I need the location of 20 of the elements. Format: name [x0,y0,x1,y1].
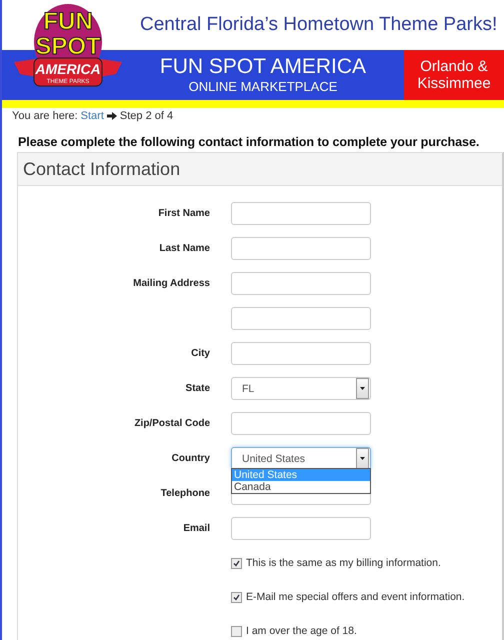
banner-subtitle: ONLINE MARKETPLACE [188,79,338,95]
field-label: State [184,383,210,394]
field-label: Telephone [160,488,210,499]
panel-title: Contact Information [18,153,502,186]
location-label: Orlando & Kissimmee [404,50,504,100]
field-label: Country [170,453,210,464]
tagline: Central Florida’s Hometown Theme Parks! [140,14,498,36]
breadcrumb-label: You are here: [12,110,78,122]
field-label: Last Name [158,243,210,254]
field-label: Zip/Postal Code [133,418,210,429]
checkbox-label: E-Mail me special offers and event information. [246,591,465,603]
checkbox-label: This is the same as my billing information. [246,557,441,569]
breadcrumb-current: Step 2 of 4 [120,110,174,122]
banner-title: FUN SPOT AMERICA [160,55,366,79]
instruction-text: Please complete the following contact information to complete your purchase. [17,134,480,149]
field-label: Mailing Address [132,278,210,289]
field-label: City [190,348,210,359]
field-label: First Name [157,208,210,219]
checkbox-label: I am over the age of 18. [246,625,357,637]
field-label: Email [182,523,210,534]
